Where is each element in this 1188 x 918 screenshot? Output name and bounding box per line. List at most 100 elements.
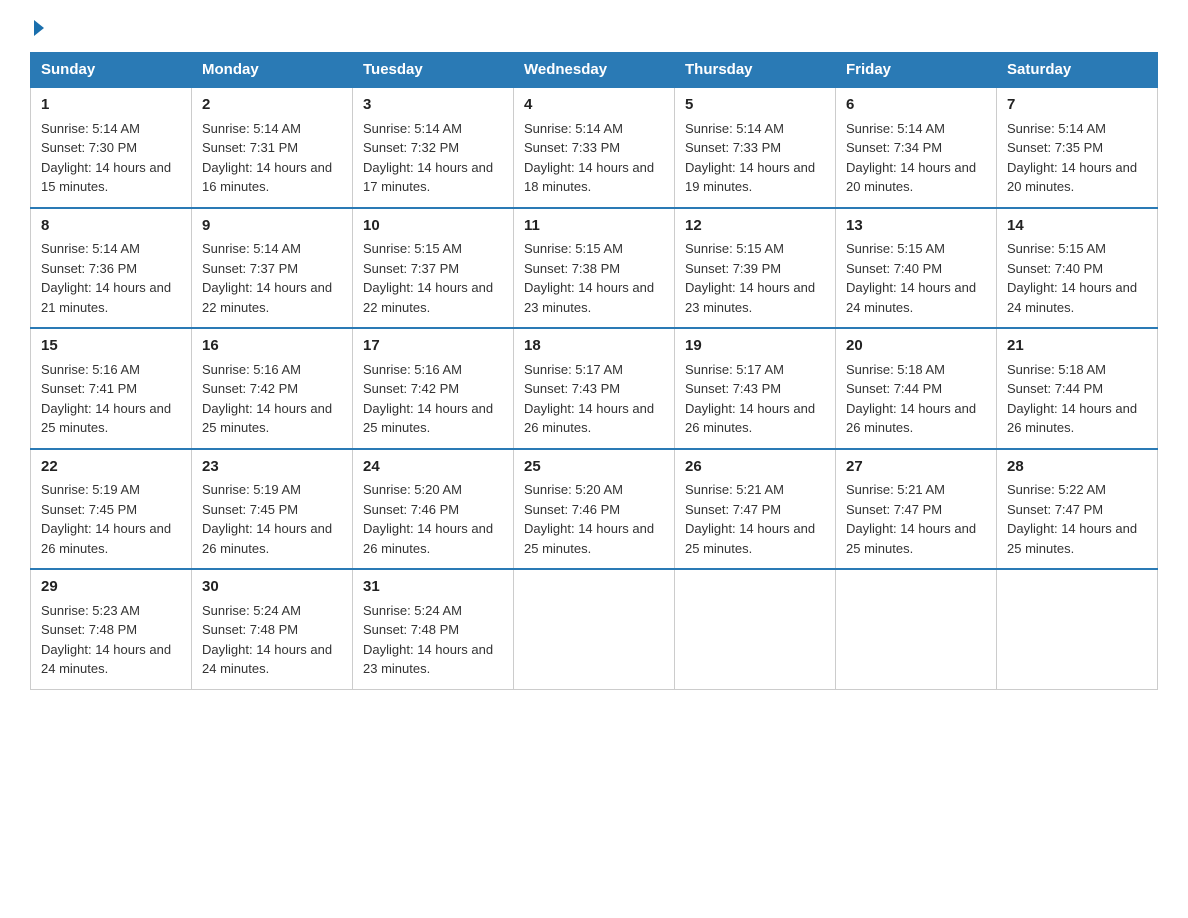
day-of-week-header: Wednesday [514,53,675,88]
day-info: Sunrise: 5:14 AMSunset: 7:35 PMDaylight:… [1007,119,1147,197]
day-number: 1 [41,94,181,117]
calendar-day-cell: 16Sunrise: 5:16 AMSunset: 7:42 PMDayligh… [192,328,353,449]
calendar-day-cell: 6Sunrise: 5:14 AMSunset: 7:34 PMDaylight… [836,87,997,208]
day-number: 19 [685,335,825,358]
day-number: 24 [363,456,503,479]
calendar-day-cell: 14Sunrise: 5:15 AMSunset: 7:40 PMDayligh… [997,208,1158,329]
day-info: Sunrise: 5:14 AMSunset: 7:31 PMDaylight:… [202,119,342,197]
day-number: 15 [41,335,181,358]
day-info: Sunrise: 5:19 AMSunset: 7:45 PMDaylight:… [202,480,342,558]
day-of-week-header: Thursday [675,53,836,88]
day-info: Sunrise: 5:20 AMSunset: 7:46 PMDaylight:… [524,480,664,558]
day-number: 25 [524,456,664,479]
day-info: Sunrise: 5:16 AMSunset: 7:42 PMDaylight:… [363,360,503,438]
header [30,20,1158,36]
day-number: 4 [524,94,664,117]
day-number: 8 [41,215,181,238]
day-info: Sunrise: 5:24 AMSunset: 7:48 PMDaylight:… [202,601,342,679]
day-number: 29 [41,576,181,599]
calendar-day-cell: 18Sunrise: 5:17 AMSunset: 7:43 PMDayligh… [514,328,675,449]
day-of-week-header: Tuesday [353,53,514,88]
day-number: 20 [846,335,986,358]
calendar-day-cell: 30Sunrise: 5:24 AMSunset: 7:48 PMDayligh… [192,569,353,689]
day-info: Sunrise: 5:14 AMSunset: 7:37 PMDaylight:… [202,239,342,317]
day-number: 7 [1007,94,1147,117]
calendar-day-cell: 9Sunrise: 5:14 AMSunset: 7:37 PMDaylight… [192,208,353,329]
calendar-day-cell: 27Sunrise: 5:21 AMSunset: 7:47 PMDayligh… [836,449,997,570]
day-number: 3 [363,94,503,117]
day-of-week-header: Friday [836,53,997,88]
day-number: 31 [363,576,503,599]
day-of-week-header: Monday [192,53,353,88]
day-number: 13 [846,215,986,238]
day-number: 9 [202,215,342,238]
calendar-day-cell: 28Sunrise: 5:22 AMSunset: 7:47 PMDayligh… [997,449,1158,570]
day-info: Sunrise: 5:20 AMSunset: 7:46 PMDaylight:… [363,480,503,558]
day-number: 28 [1007,456,1147,479]
day-number: 26 [685,456,825,479]
day-number: 11 [524,215,664,238]
calendar-day-cell: 29Sunrise: 5:23 AMSunset: 7:48 PMDayligh… [31,569,192,689]
day-number: 12 [685,215,825,238]
calendar-day-cell: 20Sunrise: 5:18 AMSunset: 7:44 PMDayligh… [836,328,997,449]
calendar-day-cell: 19Sunrise: 5:17 AMSunset: 7:43 PMDayligh… [675,328,836,449]
day-number: 16 [202,335,342,358]
logo-arrow-icon [34,20,44,36]
day-number: 21 [1007,335,1147,358]
day-info: Sunrise: 5:15 AMSunset: 7:38 PMDaylight:… [524,239,664,317]
day-number: 2 [202,94,342,117]
day-info: Sunrise: 5:15 AMSunset: 7:40 PMDaylight:… [1007,239,1147,317]
day-number: 27 [846,456,986,479]
calendar-day-cell: 4Sunrise: 5:14 AMSunset: 7:33 PMDaylight… [514,87,675,208]
calendar-day-cell: 2Sunrise: 5:14 AMSunset: 7:31 PMDaylight… [192,87,353,208]
calendar-day-cell: 11Sunrise: 5:15 AMSunset: 7:38 PMDayligh… [514,208,675,329]
calendar-day-cell [836,569,997,689]
calendar-day-cell: 3Sunrise: 5:14 AMSunset: 7:32 PMDaylight… [353,87,514,208]
calendar-week-row: 8Sunrise: 5:14 AMSunset: 7:36 PMDaylight… [31,208,1158,329]
day-info: Sunrise: 5:21 AMSunset: 7:47 PMDaylight:… [685,480,825,558]
day-info: Sunrise: 5:17 AMSunset: 7:43 PMDaylight:… [685,360,825,438]
calendar-week-row: 15Sunrise: 5:16 AMSunset: 7:41 PMDayligh… [31,328,1158,449]
calendar-day-cell: 1Sunrise: 5:14 AMSunset: 7:30 PMDaylight… [31,87,192,208]
day-number: 5 [685,94,825,117]
day-info: Sunrise: 5:16 AMSunset: 7:42 PMDaylight:… [202,360,342,438]
day-number: 14 [1007,215,1147,238]
calendar-day-cell: 31Sunrise: 5:24 AMSunset: 7:48 PMDayligh… [353,569,514,689]
day-number: 23 [202,456,342,479]
calendar-day-cell [997,569,1158,689]
calendar-table: SundayMondayTuesdayWednesdayThursdayFrid… [30,52,1158,690]
day-info: Sunrise: 5:18 AMSunset: 7:44 PMDaylight:… [1007,360,1147,438]
day-info: Sunrise: 5:14 AMSunset: 7:36 PMDaylight:… [41,239,181,317]
day-number: 17 [363,335,503,358]
calendar-day-cell: 15Sunrise: 5:16 AMSunset: 7:41 PMDayligh… [31,328,192,449]
calendar-day-cell [675,569,836,689]
day-number: 22 [41,456,181,479]
calendar-day-cell: 17Sunrise: 5:16 AMSunset: 7:42 PMDayligh… [353,328,514,449]
day-info: Sunrise: 5:24 AMSunset: 7:48 PMDaylight:… [363,601,503,679]
day-info: Sunrise: 5:19 AMSunset: 7:45 PMDaylight:… [41,480,181,558]
calendar-day-cell: 10Sunrise: 5:15 AMSunset: 7:37 PMDayligh… [353,208,514,329]
logo-blue [30,20,44,36]
day-number: 10 [363,215,503,238]
day-info: Sunrise: 5:15 AMSunset: 7:37 PMDaylight:… [363,239,503,317]
calendar-day-cell: 24Sunrise: 5:20 AMSunset: 7:46 PMDayligh… [353,449,514,570]
day-of-week-header: Saturday [997,53,1158,88]
calendar-week-row: 29Sunrise: 5:23 AMSunset: 7:48 PMDayligh… [31,569,1158,689]
calendar-week-row: 1Sunrise: 5:14 AMSunset: 7:30 PMDaylight… [31,87,1158,208]
calendar-day-cell: 22Sunrise: 5:19 AMSunset: 7:45 PMDayligh… [31,449,192,570]
calendar-day-cell [514,569,675,689]
calendar-day-cell: 25Sunrise: 5:20 AMSunset: 7:46 PMDayligh… [514,449,675,570]
calendar-day-cell: 5Sunrise: 5:14 AMSunset: 7:33 PMDaylight… [675,87,836,208]
calendar-day-cell: 8Sunrise: 5:14 AMSunset: 7:36 PMDaylight… [31,208,192,329]
day-number: 18 [524,335,664,358]
day-info: Sunrise: 5:22 AMSunset: 7:47 PMDaylight:… [1007,480,1147,558]
day-info: Sunrise: 5:15 AMSunset: 7:39 PMDaylight:… [685,239,825,317]
day-of-week-header: Sunday [31,53,192,88]
calendar-day-cell: 13Sunrise: 5:15 AMSunset: 7:40 PMDayligh… [836,208,997,329]
day-info: Sunrise: 5:14 AMSunset: 7:32 PMDaylight:… [363,119,503,197]
day-info: Sunrise: 5:21 AMSunset: 7:47 PMDaylight:… [846,480,986,558]
calendar-day-cell: 26Sunrise: 5:21 AMSunset: 7:47 PMDayligh… [675,449,836,570]
day-info: Sunrise: 5:14 AMSunset: 7:34 PMDaylight:… [846,119,986,197]
day-info: Sunrise: 5:14 AMSunset: 7:33 PMDaylight:… [524,119,664,197]
calendar-day-cell: 7Sunrise: 5:14 AMSunset: 7:35 PMDaylight… [997,87,1158,208]
